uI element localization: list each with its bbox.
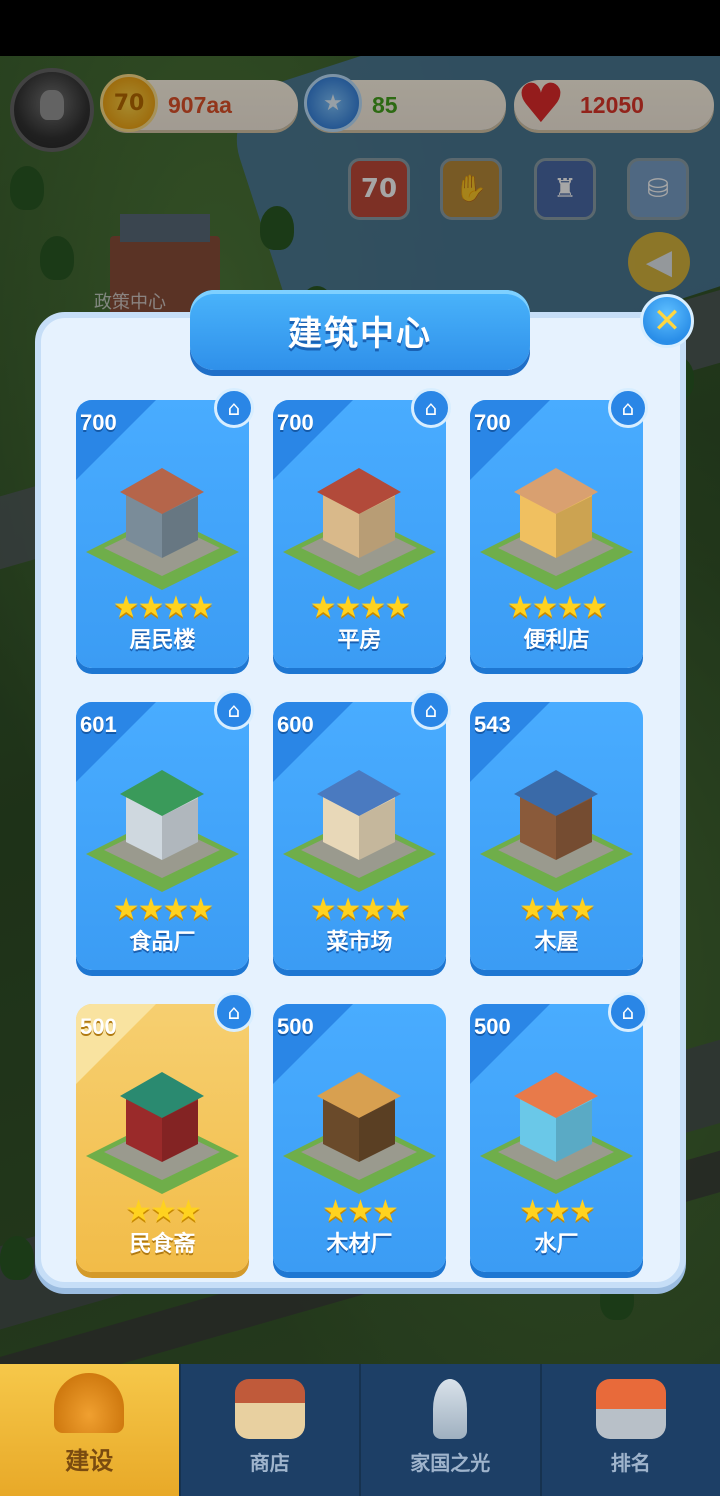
nav-label: 商店	[249, 1451, 290, 1475]
building-name: 民食斋	[129, 1232, 196, 1257]
building-count: 600	[277, 712, 314, 737]
ranking-icon	[595, 1379, 666, 1439]
bottom-nav: 建设 商店 家国之光 排名	[0, 1364, 720, 1496]
rocket-icon	[433, 1379, 468, 1439]
shop-icon	[234, 1379, 305, 1439]
lumber-building-image	[283, 1044, 436, 1194]
status-bar	[0, 0, 720, 56]
building-card[interactable]: 600 ★★★★ 菜市场	[273, 702, 446, 970]
building-name: 平房	[337, 628, 382, 653]
building-name: 居民楼	[129, 628, 196, 653]
star-rating: ★★★★	[112, 590, 215, 625]
building-count: 500	[80, 1014, 117, 1039]
temple-building-image	[86, 1044, 239, 1194]
nav-label: 家国之光	[410, 1451, 491, 1475]
building-card[interactable]: 601 ★★★★ 食品厂	[76, 702, 249, 970]
star-rating: ★★★★	[309, 892, 412, 927]
home-icon[interactable]: ⌂	[411, 388, 451, 428]
star-rating: ★★★	[519, 892, 596, 927]
star-rating: ★★★	[519, 1194, 596, 1229]
building-count: 500	[277, 1014, 314, 1039]
close-icon: ✕	[652, 301, 682, 341]
building-card[interactable]: 700 ★★★★ 平房	[273, 400, 446, 668]
nav-label: 建设	[65, 1447, 114, 1475]
nav-shop[interactable]: 商店	[181, 1364, 361, 1496]
home-icon[interactable]: ⌂	[214, 992, 254, 1032]
factory-building-image	[86, 742, 239, 892]
building-count: 700	[80, 410, 117, 435]
building-count: 601	[80, 712, 117, 737]
market-building-image	[283, 742, 436, 892]
building-count: 500	[474, 1014, 511, 1039]
building-card[interactable]: 500 ★★★ 木材厂	[273, 1004, 446, 1272]
building-card[interactable]: 700 ★★★★ 居民楼	[76, 400, 249, 668]
building-name: 水厂	[534, 1232, 579, 1257]
waterplant-building-image	[480, 1044, 633, 1194]
building-name: 食品厂	[129, 930, 196, 955]
building-count: 700	[277, 410, 314, 435]
apartment-building-image	[86, 440, 239, 590]
building-count: 543	[474, 712, 511, 737]
building-name: 菜市场	[326, 930, 393, 955]
building-name: 便利店	[523, 628, 590, 653]
cabin-building-image	[480, 742, 633, 892]
home-icon[interactable]: ⌂	[214, 388, 254, 428]
hard-hat-icon	[54, 1373, 125, 1433]
star-rating: ★★★★	[112, 892, 215, 927]
building-card[interactable]: 700 ★★★★ 便利店	[470, 400, 643, 668]
nav-label: 排名	[610, 1451, 651, 1475]
star-rating: ★★★	[125, 1194, 202, 1229]
building-name: 木屋	[534, 930, 579, 955]
home-icon[interactable]: ⌂	[214, 690, 254, 730]
home-icon[interactable]: ⌂	[608, 992, 648, 1032]
building-card[interactable]: 500 ★★★ 水厂	[470, 1004, 643, 1272]
nav-build[interactable]: 建设	[0, 1364, 181, 1496]
dialog-title-banner: 建筑中心	[190, 290, 530, 370]
building-count: 700	[474, 410, 511, 435]
building-card[interactable]: 543 ★★★ 木屋	[470, 702, 643, 970]
building-card[interactable]: 500 ★★★ 民食斋	[76, 1004, 249, 1272]
nav-national-glory[interactable]: 家国之光	[361, 1364, 542, 1496]
close-button[interactable]: ✕	[640, 294, 694, 348]
store-building-image	[480, 440, 633, 590]
star-rating: ★★★★	[309, 590, 412, 625]
bungalow-building-image	[283, 440, 436, 590]
dialog-title: 建筑中心	[288, 313, 432, 354]
star-rating: ★★★	[322, 1194, 399, 1229]
building-name: 木材厂	[326, 1232, 393, 1257]
home-icon[interactable]: ⌂	[608, 388, 648, 428]
star-rating: ★★★★	[506, 590, 609, 625]
nav-ranking[interactable]: 排名	[542, 1364, 720, 1496]
home-icon[interactable]: ⌂	[411, 690, 451, 730]
